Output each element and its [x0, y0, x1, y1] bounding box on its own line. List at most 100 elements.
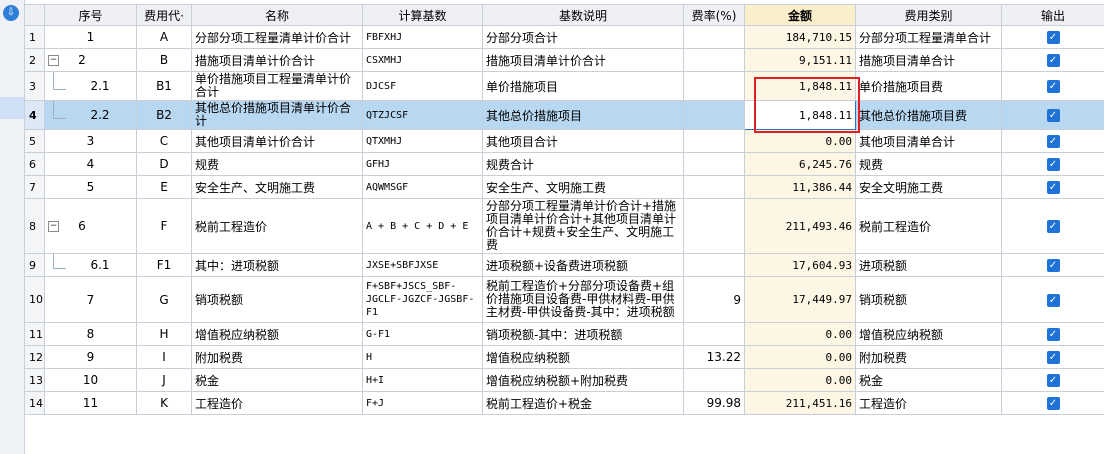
- header-name[interactable]: 名称: [191, 4, 363, 26]
- output-cell[interactable]: ✓: [1001, 391, 1104, 415]
- category-cell[interactable]: 税前工程造价: [855, 198, 1002, 254]
- rate-cell[interactable]: 99.98: [683, 391, 745, 415]
- amount-cell[interactable]: 0.00: [744, 322, 856, 346]
- row-number[interactable]: 13: [24, 368, 45, 392]
- seq-cell[interactable]: 7: [44, 276, 137, 323]
- desc-cell[interactable]: 其他项目合计: [482, 129, 684, 153]
- base-cell[interactable]: H: [362, 345, 483, 369]
- name-cell[interactable]: 税前工程造价: [191, 198, 363, 254]
- header-output[interactable]: 输出: [1001, 4, 1104, 26]
- category-cell[interactable]: 规费: [855, 152, 1002, 176]
- row-number[interactable]: 10: [24, 276, 45, 323]
- category-cell[interactable]: 措施项目清单合计: [855, 48, 1002, 72]
- category-cell[interactable]: 增值税应纳税额: [855, 322, 1002, 346]
- output-cell[interactable]: ✓: [1001, 322, 1104, 346]
- base-cell[interactable]: A + B + C + D + E: [362, 198, 483, 254]
- output-cell[interactable]: ✓: [1001, 71, 1104, 101]
- header-category[interactable]: 费用类别: [855, 4, 1002, 26]
- base-cell[interactable]: CSXMHJ: [362, 48, 483, 72]
- output-cell[interactable]: ✓: [1001, 253, 1104, 277]
- minus-box-icon[interactable]: −: [48, 55, 59, 66]
- base-cell[interactable]: G-F1: [362, 322, 483, 346]
- desc-cell[interactable]: 安全生产、文明施工费: [482, 175, 684, 199]
- name-cell[interactable]: 措施项目清单计价合计: [191, 48, 363, 72]
- code-cell[interactable]: K: [136, 391, 192, 415]
- category-cell[interactable]: 进项税额: [855, 253, 1002, 277]
- base-cell[interactable]: GFHJ: [362, 152, 483, 176]
- rate-cell[interactable]: [683, 100, 745, 130]
- table-row[interactable]: 12 9 I 附加税费 H 增值税应纳税额 13.22 0.00 附加税费 ✓: [24, 345, 1104, 369]
- checkbox-checked-icon[interactable]: ✓: [1046, 135, 1060, 148]
- checkbox-checked-icon[interactable]: ✓: [1046, 351, 1060, 364]
- table-row[interactable]: 13 10 J 税金 H+I 增值税应纳税额+附加税费 0.00 税金 ✓: [24, 368, 1104, 392]
- checkbox-checked-icon[interactable]: ✓: [1046, 80, 1060, 93]
- name-cell[interactable]: 销项税额: [191, 276, 363, 323]
- seq-cell[interactable]: 2.2: [44, 100, 137, 130]
- checkbox-checked-icon[interactable]: ✓: [1046, 397, 1060, 410]
- header-amount[interactable]: 金额: [744, 4, 856, 26]
- seq-cell[interactable]: 3: [44, 129, 137, 153]
- code-cell[interactable]: J: [136, 368, 192, 392]
- row-number[interactable]: 6: [24, 152, 45, 176]
- amount-cell[interactable]: 211,451.16: [744, 391, 856, 415]
- category-cell[interactable]: 单价措施项目费: [855, 71, 1002, 101]
- table-row[interactable]: 1 1 A 分部分项工程量清单计价合计 FBFXHJ 分部分项合计 184,71…: [24, 25, 1104, 49]
- amount-cell[interactable]: 9,151.11: [744, 48, 856, 72]
- output-cell[interactable]: ✓: [1001, 152, 1104, 176]
- category-cell[interactable]: 工程造价: [855, 391, 1002, 415]
- row-number[interactable]: 7: [24, 175, 45, 199]
- desc-cell[interactable]: 税前工程造价+分部分项设备费+组价措施项目设备费-甲供材料费-甲供主材费-甲供设…: [482, 276, 684, 323]
- base-cell[interactable]: H+I: [362, 368, 483, 392]
- desc-cell[interactable]: 措施项目清单计价合计: [482, 48, 684, 72]
- name-cell[interactable]: 税金: [191, 368, 363, 392]
- base-cell[interactable]: FBFXHJ: [362, 25, 483, 49]
- code-cell[interactable]: F: [136, 198, 192, 254]
- name-cell[interactable]: 其中：进项税额: [191, 253, 363, 277]
- row-number[interactable]: 5: [24, 129, 45, 153]
- desc-cell[interactable]: 单价措施项目: [482, 71, 684, 101]
- output-cell[interactable]: ✓: [1001, 276, 1104, 323]
- amount-cell[interactable]: 184,710.15: [744, 25, 856, 49]
- name-cell[interactable]: 其他总价措施项目清单计价合计: [191, 100, 363, 130]
- rate-cell[interactable]: [683, 175, 745, 199]
- checkbox-checked-icon[interactable]: ✓: [1046, 31, 1060, 44]
- rate-cell[interactable]: 9: [683, 276, 745, 323]
- rate-cell[interactable]: [683, 152, 745, 176]
- category-cell[interactable]: 税金: [855, 368, 1002, 392]
- base-cell[interactable]: F+SBF+JSCS_SBF-JGCLF-JGZCF-JGSBF-F1: [362, 276, 483, 323]
- table-row[interactable]: 4 2.2 B2 其他总价措施项目清单计价合计 QTZJCSF 其他总价措施项目…: [24, 100, 1104, 130]
- table-row[interactable]: 3 2.1 B1 单价措施项目工程量清单计价合计 DJCSF 单价措施项目 1,…: [24, 71, 1104, 101]
- desc-cell[interactable]: 税前工程造价+税金: [482, 391, 684, 415]
- table-row[interactable]: 2 −2 B 措施项目清单计价合计 CSXMHJ 措施项目清单计价合计 9,15…: [24, 48, 1104, 72]
- code-cell[interactable]: C: [136, 129, 192, 153]
- header-base[interactable]: 计算基数: [362, 4, 483, 26]
- row-number[interactable]: 4: [24, 100, 45, 130]
- rate-cell[interactable]: [683, 198, 745, 254]
- code-cell[interactable]: I: [136, 345, 192, 369]
- seq-cell[interactable]: 8: [44, 322, 137, 346]
- category-cell[interactable]: 分部分项工程量清单合计: [855, 25, 1002, 49]
- checkbox-checked-icon[interactable]: ✓: [1046, 181, 1060, 194]
- header-seq[interactable]: 序号: [44, 4, 137, 26]
- checkbox-checked-icon[interactable]: ✓: [1046, 328, 1060, 341]
- table-row[interactable]: 9 6.1 F1 其中：进项税额 JXSE+SBFJXSE 进项税额+设备费进项…: [24, 253, 1104, 277]
- checkbox-checked-icon[interactable]: ✓: [1046, 374, 1060, 387]
- row-number[interactable]: 3: [24, 71, 45, 101]
- category-cell[interactable]: 销项税额: [855, 276, 1002, 323]
- amount-cell[interactable]: 6,245.76: [744, 152, 856, 176]
- header-desc[interactable]: 基数说明: [482, 4, 684, 26]
- code-cell[interactable]: B1: [136, 71, 192, 101]
- desc-cell[interactable]: 规费合计: [482, 152, 684, 176]
- code-cell[interactable]: A: [136, 25, 192, 49]
- table-row[interactable]: 10 7 G 销项税额 F+SBF+JSCS_SBF-JGCLF-JGZCF-J…: [24, 276, 1104, 323]
- code-cell[interactable]: E: [136, 175, 192, 199]
- checkbox-checked-icon[interactable]: ✓: [1046, 54, 1060, 67]
- desc-cell[interactable]: 分部分项合计: [482, 25, 684, 49]
- row-number[interactable]: 12: [24, 345, 45, 369]
- name-cell[interactable]: 其他项目清单计价合计: [191, 129, 363, 153]
- amount-cell[interactable]: 0.00: [744, 129, 856, 153]
- amount-cell[interactable]: 0.00: [744, 345, 856, 369]
- name-cell[interactable]: 安全生产、文明施工费: [191, 175, 363, 199]
- desc-cell[interactable]: 其他总价措施项目: [482, 100, 684, 130]
- code-cell[interactable]: H: [136, 322, 192, 346]
